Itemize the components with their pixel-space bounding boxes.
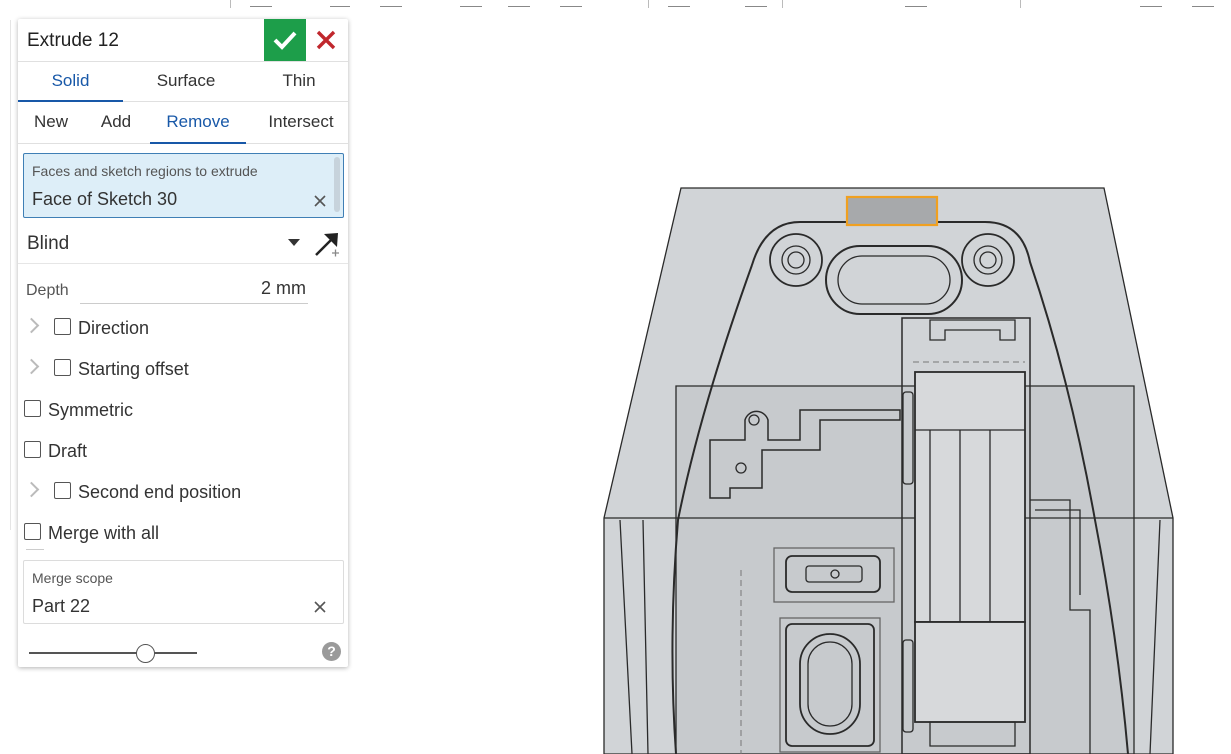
- merge-with-all-label: Merge with all: [48, 523, 160, 543]
- end-type-select[interactable]: Blind: [18, 221, 348, 264]
- option-draft[interactable]: Draft: [18, 433, 348, 469]
- depth-row: Depth 2 mm: [18, 271, 348, 311]
- dialog-header: Extrude 12: [18, 19, 348, 62]
- option-second-end-position[interactable]: Second end position: [18, 474, 348, 510]
- tab-new[interactable]: New: [24, 101, 78, 143]
- second-end-position-label: Second end position: [78, 482, 242, 502]
- tab-add[interactable]: Add: [90, 101, 142, 143]
- chevron-right-icon[interactable]: [23, 358, 40, 375]
- close-x-icon: [316, 30, 336, 50]
- faces-scrollbar[interactable]: [334, 157, 340, 212]
- body-type-tabs: Solid Surface Thin: [18, 61, 348, 102]
- end-type-value: Blind: [27, 233, 70, 254]
- tab-thin[interactable]: Thin: [254, 61, 344, 101]
- selected-face-highlight: [845, 195, 939, 227]
- cancel-button[interactable]: [312, 27, 340, 53]
- depth-label: Depth: [26, 282, 69, 299]
- rollback-slider-handle[interactable]: [136, 644, 155, 663]
- tab-solid[interactable]: Solid: [18, 61, 123, 102]
- merge-with-all-checkbox[interactable]: [24, 523, 41, 540]
- direction-label: Direction: [78, 318, 150, 338]
- checkmark-icon: [273, 31, 297, 50]
- starting-offset-label: Starting offset: [78, 359, 189, 379]
- confirm-button[interactable]: [264, 19, 306, 61]
- option-starting-offset[interactable]: Starting offset: [18, 351, 348, 387]
- symmetric-checkbox[interactable]: [24, 400, 41, 417]
- symmetric-label: Symmetric: [48, 400, 133, 420]
- merge-scope-value: Part 22: [32, 596, 91, 616]
- chevron-right-icon[interactable]: [23, 481, 40, 498]
- merge-scope-label: Merge scope: [32, 570, 113, 586]
- clear-merge-scope-icon[interactable]: [312, 599, 328, 615]
- faces-selection-field[interactable]: Faces and sketch regions to extrude Face…: [23, 153, 344, 218]
- merge-scope-field[interactable]: Merge scope Part 22: [23, 560, 344, 624]
- option-merge-with-all[interactable]: Merge with all: [18, 515, 348, 551]
- clear-selection-icon[interactable]: [312, 193, 328, 209]
- chevron-right-icon[interactable]: [23, 317, 40, 334]
- part-inner-face: [675, 385, 1135, 754]
- tab-remove[interactable]: Remove: [150, 101, 246, 144]
- depth-value: 2 mm: [261, 278, 306, 298]
- starting-offset-checkbox[interactable]: [54, 359, 71, 376]
- tab-intersect[interactable]: Intersect: [256, 101, 346, 143]
- flip-direction-arrow-icon[interactable]: [312, 229, 342, 259]
- rollback-slider-track[interactable]: [29, 652, 197, 654]
- help-icon[interactable]: ?: [322, 642, 341, 661]
- second-end-position-checkbox[interactable]: [54, 482, 71, 499]
- faces-field-value: Face of Sketch 30: [32, 189, 178, 209]
- draft-checkbox[interactable]: [24, 441, 41, 458]
- tab-surface[interactable]: Surface: [128, 61, 244, 101]
- dialog-title: Extrude 12: [27, 30, 119, 51]
- extrude-feature-dialog: Extrude 12 Solid Surface Thin New Add Re…: [18, 19, 348, 667]
- direction-checkbox[interactable]: [54, 318, 71, 335]
- faces-field-label: Faces and sketch regions to extrude: [32, 163, 258, 179]
- depth-input[interactable]: 2 mm: [80, 277, 308, 304]
- chevron-down-icon: [288, 239, 300, 246]
- operation-tabs: New Add Remove Intersect: [18, 101, 348, 144]
- option-direction[interactable]: Direction: [18, 310, 348, 346]
- draft-label: Draft: [48, 441, 88, 461]
- option-symmetric[interactable]: Symmetric: [18, 392, 348, 428]
